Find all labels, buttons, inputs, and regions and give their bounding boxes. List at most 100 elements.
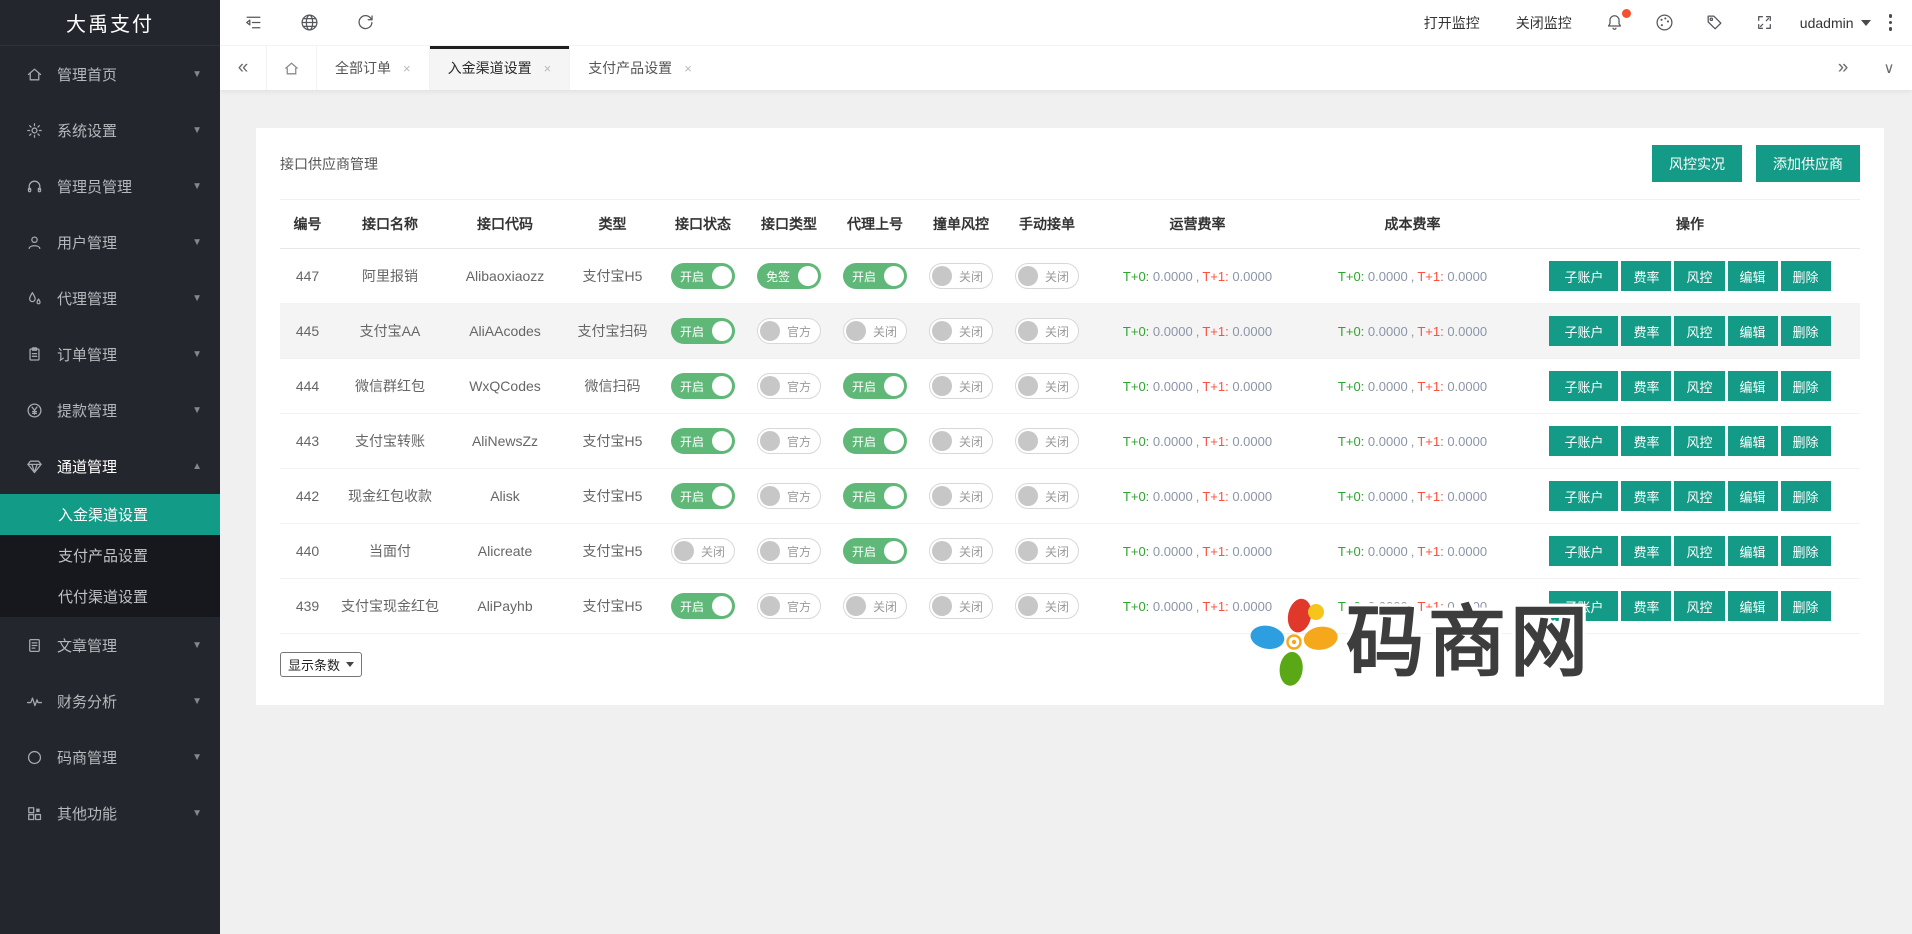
delete-button[interactable]: 删除 xyxy=(1781,426,1831,456)
agent-login-toggle[interactable]: 开启 xyxy=(843,373,907,399)
edit-button[interactable]: 编辑 xyxy=(1728,426,1778,456)
agent-login-toggle[interactable]: 开启 xyxy=(843,483,907,509)
tabs-menu-chevron-icon[interactable]: ∨ xyxy=(1866,46,1912,90)
interface-type-toggle[interactable]: 官方 xyxy=(757,428,821,454)
risk-button[interactable]: 风控 xyxy=(1674,316,1724,346)
more-menu-icon[interactable] xyxy=(1889,14,1893,31)
delete-button[interactable]: 删除 xyxy=(1781,261,1831,291)
open-monitor-link[interactable]: 打开监控 xyxy=(1424,13,1480,33)
risk-button[interactable]: 风控 xyxy=(1674,481,1724,511)
sub-account-button[interactable]: 子账户 xyxy=(1549,481,1618,511)
sidebar-item-merchants[interactable]: 码商管理▼ xyxy=(0,729,220,785)
tabs-scroll-left-icon[interactable]: « xyxy=(220,46,266,90)
interface-type-toggle[interactable]: 官方 xyxy=(757,538,821,564)
agent-login-toggle[interactable]: 开启 xyxy=(843,428,907,454)
rate-button[interactable]: 费率 xyxy=(1621,316,1671,346)
manual-accept-toggle[interactable]: 关闭 xyxy=(1015,538,1079,564)
collision-risk-toggle[interactable]: 关闭 xyxy=(929,483,993,509)
sidebar-item-orders[interactable]: 订单管理▼ xyxy=(0,326,220,382)
rate-button[interactable]: 费率 xyxy=(1621,591,1671,621)
manual-accept-toggle[interactable]: 关闭 xyxy=(1015,263,1079,289)
risk-button[interactable]: 风控 xyxy=(1674,261,1724,291)
agent-login-toggle[interactable]: 关闭 xyxy=(843,593,907,619)
edit-button[interactable]: 编辑 xyxy=(1728,591,1778,621)
tabs-scroll-right-icon[interactable]: » xyxy=(1820,46,1866,90)
tab-deposit-channels[interactable]: 入金渠道设置 × xyxy=(429,46,570,90)
interface-type-toggle[interactable]: 官方 xyxy=(757,318,821,344)
risk-button[interactable]: 风控 xyxy=(1674,426,1724,456)
sidebar-item-channels[interactable]: 通道管理▲ xyxy=(0,438,220,494)
sidebar-item-system[interactable]: 系统设置▼ xyxy=(0,102,220,158)
sub-account-button[interactable]: 子账户 xyxy=(1549,426,1618,456)
sidebar-item-users[interactable]: 用户管理▼ xyxy=(0,214,220,270)
collision-risk-toggle[interactable]: 关闭 xyxy=(929,428,993,454)
sidebar-item-home[interactable]: 管理首页▼ xyxy=(0,46,220,102)
delete-button[interactable]: 删除 xyxy=(1781,371,1831,401)
sidebar-collapse-icon[interactable] xyxy=(230,0,276,46)
interface-type-toggle[interactable]: 官方 xyxy=(757,593,821,619)
sub-account-button[interactable]: 子账户 xyxy=(1549,371,1618,401)
user-menu[interactable]: udadmin xyxy=(1800,15,1871,31)
risk-button[interactable]: 风控 xyxy=(1674,371,1724,401)
interface-status-toggle[interactable]: 关闭 xyxy=(671,538,735,564)
submenu-item-payout-channels[interactable]: 代付渠道设置 xyxy=(0,576,220,617)
close-monitor-link[interactable]: 关闭监控 xyxy=(1516,13,1572,33)
submenu-item-deposit-channels[interactable]: 入金渠道设置 xyxy=(0,494,220,535)
risk-button[interactable]: 风控 xyxy=(1674,536,1724,566)
add-supplier-button[interactable]: 添加供应商 xyxy=(1756,145,1860,182)
rate-button[interactable]: 费率 xyxy=(1621,536,1671,566)
risk-live-button[interactable]: 风控实况 xyxy=(1652,145,1742,182)
manual-accept-toggle[interactable]: 关闭 xyxy=(1015,428,1079,454)
interface-status-toggle[interactable]: 开启 xyxy=(671,373,735,399)
collision-risk-toggle[interactable]: 关闭 xyxy=(929,318,993,344)
interface-status-toggle[interactable]: 开启 xyxy=(671,318,735,344)
submenu-item-payment-products[interactable]: 支付产品设置 xyxy=(0,535,220,576)
edit-button[interactable]: 编辑 xyxy=(1728,261,1778,291)
risk-button[interactable]: 风控 xyxy=(1674,591,1724,621)
theme-palette-icon[interactable] xyxy=(1645,0,1685,46)
interface-status-toggle[interactable]: 开启 xyxy=(671,263,735,289)
rate-button[interactable]: 费率 xyxy=(1621,426,1671,456)
edit-button[interactable]: 编辑 xyxy=(1728,316,1778,346)
agent-login-toggle[interactable]: 关闭 xyxy=(843,318,907,344)
tag-icon[interactable] xyxy=(1695,0,1735,46)
refresh-icon[interactable] xyxy=(342,0,388,46)
tab-home[interactable] xyxy=(266,46,316,90)
sub-account-button[interactable]: 子账户 xyxy=(1549,536,1618,566)
tab-all-orders[interactable]: 全部订单 × xyxy=(316,46,429,90)
interface-status-toggle[interactable]: 开启 xyxy=(671,428,735,454)
delete-button[interactable]: 删除 xyxy=(1781,481,1831,511)
page-size-select[interactable]: 显示条数 xyxy=(280,652,362,677)
agent-login-toggle[interactable]: 开启 xyxy=(843,538,907,564)
fullscreen-icon[interactable] xyxy=(1745,0,1785,46)
manual-accept-toggle[interactable]: 关闭 xyxy=(1015,483,1079,509)
collision-risk-toggle[interactable]: 关闭 xyxy=(929,263,993,289)
edit-button[interactable]: 编辑 xyxy=(1728,536,1778,566)
close-icon[interactable]: × xyxy=(544,61,552,76)
notifications-bell-icon[interactable] xyxy=(1595,0,1635,46)
manual-accept-toggle[interactable]: 关闭 xyxy=(1015,318,1079,344)
delete-button[interactable]: 删除 xyxy=(1781,316,1831,346)
agent-login-toggle[interactable]: 开启 xyxy=(843,263,907,289)
delete-button[interactable]: 删除 xyxy=(1781,591,1831,621)
sidebar-item-finance[interactable]: 财务分析▼ xyxy=(0,673,220,729)
sidebar-item-withdraw[interactable]: 提款管理▼ xyxy=(0,382,220,438)
sub-account-button[interactable]: 子账户 xyxy=(1549,316,1618,346)
close-icon[interactable]: × xyxy=(684,61,692,76)
sidebar-item-articles[interactable]: 文章管理▼ xyxy=(0,617,220,673)
rate-button[interactable]: 费率 xyxy=(1621,261,1671,291)
collision-risk-toggle[interactable]: 关闭 xyxy=(929,373,993,399)
interface-type-toggle[interactable]: 官方 xyxy=(757,373,821,399)
manual-accept-toggle[interactable]: 关闭 xyxy=(1015,373,1079,399)
sidebar-item-admin[interactable]: 管理员管理▼ xyxy=(0,158,220,214)
interface-type-toggle[interactable]: 免签 xyxy=(757,263,821,289)
sub-account-button[interactable]: 子账户 xyxy=(1549,591,1618,621)
interface-type-toggle[interactable]: 官方 xyxy=(757,483,821,509)
manual-accept-toggle[interactable]: 关闭 xyxy=(1015,593,1079,619)
tab-payment-products[interactable]: 支付产品设置 × xyxy=(569,46,710,90)
collision-risk-toggle[interactable]: 关闭 xyxy=(929,593,993,619)
language-globe-icon[interactable] xyxy=(286,0,332,46)
sub-account-button[interactable]: 子账户 xyxy=(1549,261,1618,291)
rate-button[interactable]: 费率 xyxy=(1621,481,1671,511)
interface-status-toggle[interactable]: 开启 xyxy=(671,483,735,509)
